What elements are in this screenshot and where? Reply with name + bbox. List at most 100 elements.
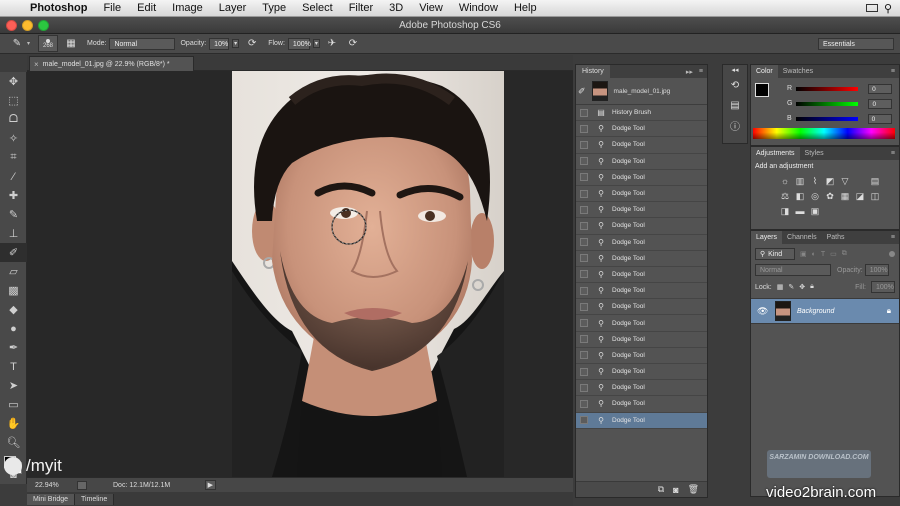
shape-tool-icon[interactable]: ▭ — [0, 395, 27, 414]
history-source-checkbox[interactable] — [580, 189, 588, 198]
red-slider[interactable] — [796, 86, 859, 91]
close-window-button[interactable] — [6, 20, 17, 31]
invert-icon[interactable]: ◪ — [854, 190, 866, 202]
history-source-checkbox[interactable] — [580, 335, 588, 344]
quick-selection-tool-icon[interactable]: ✧ — [0, 129, 27, 148]
history-brush-preset-icon[interactable]: ✎ — [10, 37, 24, 51]
channel-mixer-icon[interactable]: ✿ — [824, 190, 836, 202]
history-source-checkbox[interactable] — [580, 319, 588, 328]
layer-opacity-field[interactable]: 100% — [864, 264, 889, 276]
panel-menu-icon[interactable]: ≡ — [891, 234, 899, 241]
history-state-row[interactable]: ⚲ Dodge Tool — [576, 154, 707, 170]
history-state-row[interactable]: ⚲ Dodge Tool — [576, 202, 707, 219]
history-state-row[interactable]: ⚲ Dodge Tool — [576, 267, 707, 284]
history-source-checkbox[interactable] — [580, 238, 588, 247]
menu-edit[interactable]: Edit — [129, 2, 164, 14]
history-state-row[interactable]: ⚲ Dodge Tool — [576, 218, 707, 235]
history-source-checkbox[interactable] — [580, 221, 588, 230]
layer-row-background[interactable]: 👁︎ Background 🔒︎ — [751, 298, 899, 324]
panel-menu-icon[interactable]: ≡ — [891, 150, 899, 157]
trash-icon[interactable]: 🗑︎ — [688, 484, 699, 495]
history-state-row[interactable]: ⚲ Dodge Tool — [576, 315, 707, 332]
pixel-filter-icon[interactable]: ▣ — [800, 250, 807, 258]
filter-toggle-icon[interactable] — [889, 251, 895, 257]
history-source-checkbox[interactable] — [580, 140, 588, 149]
hue-saturation-icon[interactable]: ▤ — [869, 175, 881, 187]
photo-filter-icon[interactable]: ◎ — [809, 190, 821, 202]
menu-3d[interactable]: 3D — [381, 2, 411, 14]
collapse-strip-icon[interactable]: ◂◂ — [723, 65, 747, 75]
history-state-row[interactable]: ⚲ Dodge Tool — [576, 121, 707, 138]
opacity-arrow[interactable]: ▾ — [232, 39, 240, 48]
history-source-checkbox[interactable] — [580, 302, 588, 311]
history-panel-icon[interactable]: ⟲ — [723, 75, 747, 95]
visibility-eye-icon[interactable]: 👁︎ — [757, 306, 769, 317]
hand-tool-icon[interactable]: ✋ — [0, 414, 27, 433]
color-balance-icon[interactable]: ⚖ — [779, 190, 791, 202]
opacity-field[interactable]: 10% — [209, 37, 230, 50]
history-source-checkbox[interactable] — [580, 108, 588, 117]
screen-icon[interactable] — [865, 4, 878, 12]
color-lookup-icon[interactable]: ▦ — [839, 190, 851, 202]
kind-filter-select[interactable]: ⚲ Kind — [755, 248, 795, 260]
airbrush-icon[interactable]: ✈ — [325, 37, 339, 51]
brightness-icon[interactable]: ☼ — [779, 175, 791, 187]
brush-panel-icon[interactable]: ▦ — [64, 37, 78, 51]
history-state-row[interactable]: ⚲ Dodge Tool — [576, 396, 707, 413]
tab-swatches[interactable]: Swatches — [778, 65, 818, 78]
flow-arrow[interactable]: ▾ — [312, 39, 320, 48]
menu-file[interactable]: File — [95, 2, 129, 14]
smart-object-filter-icon[interactable]: ⧉ — [842, 250, 847, 258]
info-panel-icon[interactable]: ⓘ — [723, 115, 747, 135]
tab-styles[interactable]: Styles — [800, 147, 829, 160]
threshold-icon[interactable]: ◨ — [779, 205, 791, 217]
minimize-window-button[interactable] — [22, 20, 33, 31]
tab-channels[interactable]: Channels — [782, 231, 822, 244]
zoom-window-button[interactable] — [38, 20, 49, 31]
history-brush-tool-icon[interactable]: ✐ — [0, 243, 27, 262]
history-source-checkbox[interactable] — [580, 270, 588, 279]
history-source-checkbox[interactable] — [580, 205, 588, 214]
camera-snapshot-icon[interactable]: ◙ — [673, 485, 678, 495]
history-source-checkbox[interactable] — [580, 286, 588, 295]
panel-menu-icon[interactable]: ≡ — [891, 68, 899, 75]
workspace-select[interactable]: Essentials — [818, 37, 894, 50]
black-white-icon[interactable]: ◧ — [794, 190, 806, 202]
brush-tool-icon[interactable]: ✎ — [0, 205, 27, 224]
history-state-row[interactable]: ⚲ Dodge Tool — [576, 251, 707, 267]
healing-brush-tool-icon[interactable]: ✚ — [0, 186, 27, 205]
menu-window[interactable]: Window — [451, 2, 506, 14]
status-menu-arrow[interactable]: ▶ — [204, 480, 216, 490]
lock-pixels-icon[interactable]: ✎ — [788, 283, 794, 291]
curves-icon[interactable]: ⌇ — [809, 175, 821, 187]
pen-tool-icon[interactable]: ✒ — [0, 338, 27, 357]
path-selection-tool-icon[interactable]: ➤ — [0, 376, 27, 395]
red-value[interactable]: 0 — [868, 83, 893, 94]
menu-layer[interactable]: Layer — [211, 2, 255, 14]
blur-tool-icon[interactable]: ◆ — [0, 300, 27, 319]
history-source-checkbox[interactable] — [580, 399, 588, 408]
document-tab[interactable]: × male_model_01.jpg @ 22.9% (RGB/8*) * — [29, 56, 194, 71]
history-source-checkbox[interactable] — [580, 383, 588, 392]
history-source-checkbox[interactable] — [580, 173, 588, 182]
tab-close-icon[interactable]: × — [34, 60, 39, 69]
blend-mode-select[interactable]: Normal — [755, 264, 831, 276]
type-filter-icon[interactable]: T — [821, 251, 825, 258]
tab-layers[interactable]: Layers — [751, 231, 783, 244]
gradient-map-icon[interactable]: ▬ — [794, 205, 806, 217]
history-snapshot[interactable]: ✐ male_model_01.jpg — [576, 78, 707, 105]
lock-position-icon[interactable]: ✥ — [799, 283, 805, 291]
brush-size-picker[interactable]: 268 — [38, 35, 59, 52]
tab-timeline[interactable]: Timeline — [75, 493, 115, 505]
lasso-tool-icon[interactable]: ᗝ — [0, 110, 27, 129]
green-slider[interactable] — [796, 101, 859, 106]
history-state-row[interactable]: ⚲ Dodge Tool — [576, 348, 707, 364]
zoom-tool-icon[interactable]: 🔍︎ — [0, 433, 27, 452]
history-state-row[interactable]: ⚲ Dodge Tool — [576, 283, 707, 300]
collapse-panels-icon[interactable]: ▸▸ — [686, 68, 697, 76]
lock-transparency-icon[interactable]: ▦ — [777, 283, 784, 291]
levels-icon[interactable]: ▥ — [794, 175, 806, 187]
history-source-checkbox[interactable] — [580, 367, 588, 376]
posterize-icon[interactable]: ◫ — [869, 190, 881, 202]
color-fg-swatch[interactable] — [755, 83, 769, 97]
